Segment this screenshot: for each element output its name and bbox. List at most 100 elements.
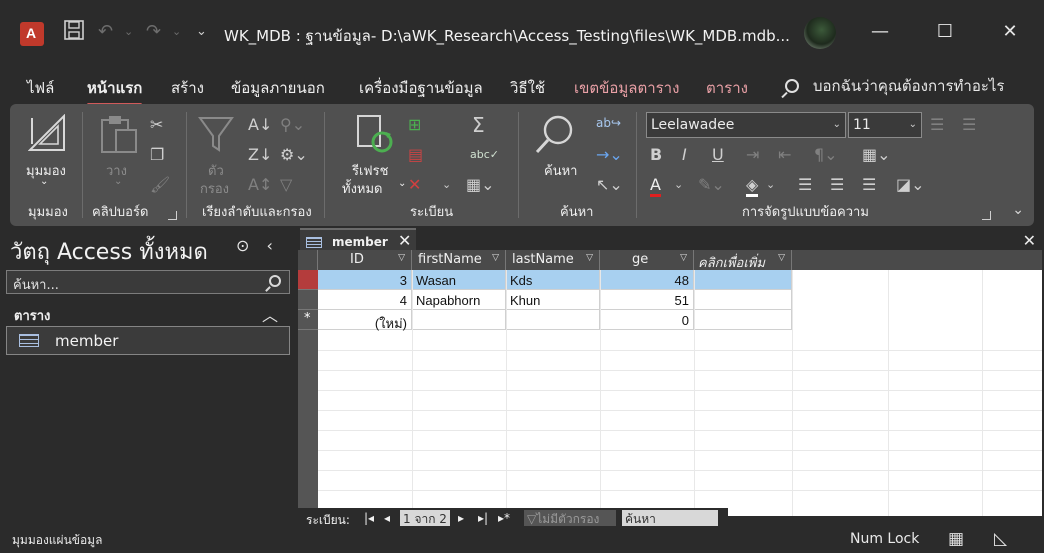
tab-table[interactable]: ตาราง [706, 76, 748, 100]
avatar[interactable] [804, 17, 836, 49]
nav-group-tables[interactable]: ตาราง ︿ [0, 302, 296, 325]
close-button[interactable]: ✕ [998, 20, 1022, 44]
tab-file[interactable]: ไฟล์ [27, 76, 54, 100]
cell-firstname[interactable]: Napabhorn [412, 290, 506, 310]
alternate-row-color-icon[interactable]: ◪⌄ [896, 176, 925, 194]
record-search-input[interactable]: ค้นหา [622, 510, 718, 526]
close-document-icon[interactable]: ✕ [1023, 231, 1036, 250]
cell-add[interactable] [694, 310, 792, 330]
minimize-button[interactable]: — [868, 20, 892, 44]
filter-button-line2[interactable]: กรอง [200, 178, 229, 199]
tab-database-tools[interactable]: เครื่องมือฐานข้อมูล [359, 76, 483, 100]
chevron-down-icon[interactable]: ▽ [492, 253, 499, 263]
paste-dropdown-icon[interactable]: ⌄ [114, 176, 122, 187]
delete-dropdown-icon[interactable]: ⌄ [442, 176, 451, 194]
align-left-icon[interactable]: ☰ [798, 176, 812, 194]
cell-ge[interactable]: 0 [600, 310, 694, 330]
bold-icon[interactable]: B [650, 146, 662, 164]
column-header-firstname[interactable]: firstName ▽ [412, 250, 506, 270]
paragraph-icon[interactable]: ¶⌄ [814, 146, 838, 164]
copy-icon[interactable]: ❐ [150, 146, 164, 164]
datasheet-view-icon[interactable]: ▦ [948, 529, 964, 549]
column-header-click-to-add[interactable]: คลิกเพื่อเพิ่ม ▽ [694, 250, 792, 271]
maximize-button[interactable]: ☐ [933, 20, 957, 44]
advanced-filter-icon[interactable]: ⚙⌄ [280, 146, 308, 164]
align-right-icon[interactable]: ☰ [862, 176, 876, 194]
view-dropdown-icon[interactable]: ⌄ [40, 176, 48, 187]
font-size-select[interactable]: 11 ⌄ [848, 112, 922, 138]
tab-home[interactable]: หน้าแรก [87, 76, 143, 106]
tab-external-data[interactable]: ข้อมูลภายนอก [231, 76, 325, 100]
clear-sort-icon[interactable]: A↕ [248, 176, 272, 194]
totals-icon[interactable]: Σ [472, 115, 485, 135]
sort-ascending-icon[interactable]: A↓ [248, 116, 272, 134]
fill-color-icon[interactable]: ◈ [746, 176, 759, 197]
chevron-down-icon[interactable]: ▽ [680, 253, 687, 263]
collapse-ribbon-icon[interactable]: ⌄ [1012, 202, 1024, 218]
current-record-input[interactable]: 1 จาก 2 [400, 510, 450, 526]
cell-firstname[interactable]: Wasan [412, 270, 506, 290]
bullets-icon[interactable]: ☰ [930, 116, 944, 134]
cell-lastname[interactable]: Kds [506, 270, 600, 290]
cell-id[interactable]: (ใหม่) [318, 310, 412, 331]
selection-filter-icon[interactable]: ⚲⌄ [280, 116, 305, 134]
save-icon[interactable] [64, 20, 84, 47]
nav-menu-icon[interactable]: ⊙ [236, 236, 249, 255]
format-painter-icon[interactable]: 🖌 [150, 176, 170, 194]
refresh-dropdown-icon[interactable]: ⌄ [398, 178, 406, 189]
cell-id[interactable]: 4 [318, 290, 412, 310]
cell-ge[interactable]: 48 [600, 270, 694, 290]
column-header-ge[interactable]: ge ▽ [600, 250, 694, 270]
cell-firstname[interactable] [412, 310, 506, 330]
cell-id[interactable]: 3 [318, 270, 412, 290]
tell-me-search[interactable]: บอกฉันว่าคุณต้องการทำอะไร [785, 74, 1005, 98]
nav-pane-title[interactable]: วัตถุ Access ทั้งหมด [10, 234, 208, 269]
cell-add[interactable] [694, 270, 792, 290]
italic-icon[interactable]: I [682, 146, 687, 164]
tab-table-fields[interactable]: เขตข้อมูลตาราง [574, 76, 679, 100]
document-tab-member[interactable]: member ✕ [300, 228, 416, 252]
decrease-indent-icon[interactable]: ⇤ [778, 146, 791, 164]
select-icon[interactable]: ↖⌄ [596, 176, 623, 194]
last-record-icon[interactable]: ▸| [478, 511, 488, 525]
shutter-bar-icon[interactable]: ‹ [267, 236, 273, 255]
column-header-id[interactable]: ID ▽ [318, 250, 412, 270]
gridlines-icon[interactable]: ▦⌄ [862, 146, 891, 164]
font-color-icon[interactable]: A [650, 176, 661, 197]
previous-record-icon[interactable]: ◂ [384, 511, 390, 525]
customize-qat-icon[interactable]: ⌄ [196, 20, 207, 44]
chevron-down-icon[interactable]: ▽ [778, 253, 785, 263]
fill-dropdown-icon[interactable]: ⌄ [766, 176, 775, 194]
align-center-icon[interactable]: ☰ [830, 176, 844, 194]
redo-dropdown-icon[interactable]: ⌄ [172, 20, 181, 44]
row-selector-new[interactable] [298, 310, 318, 330]
cell-lastname[interactable]: Khun [506, 290, 600, 310]
increase-indent-icon[interactable]: ⇥ [746, 146, 759, 164]
cell-add[interactable] [694, 290, 792, 310]
spelling-icon[interactable]: abc✓ [470, 146, 499, 164]
redo-icon[interactable]: ↷ [146, 20, 161, 44]
text-format-launcher-icon[interactable] [982, 211, 991, 220]
undo-dropdown-icon[interactable]: ⌄ [124, 20, 133, 44]
undo-icon[interactable]: ↶ [98, 20, 113, 44]
font-color-dropdown-icon[interactable]: ⌄ [674, 176, 683, 194]
clipboard-launcher-icon[interactable] [168, 211, 177, 220]
chevron-down-icon[interactable]: ▽ [398, 253, 405, 263]
sort-descending-icon[interactable]: Z↓ [248, 146, 272, 164]
refresh-button-line2[interactable]: ทั้งหมด [342, 178, 383, 199]
numbering-icon[interactable]: ☰ [962, 116, 976, 134]
highlight-icon[interactable]: ✎⌄ [698, 176, 725, 194]
save-record-icon[interactable]: ▤ [408, 146, 423, 164]
find-button[interactable]: ค้นหา [544, 160, 577, 181]
goto-icon[interactable]: →⌄ [596, 146, 623, 164]
toggle-filter-icon[interactable]: ▽ [280, 176, 292, 194]
row-selector[interactable] [298, 270, 318, 290]
close-tab-icon[interactable]: ✕ [398, 231, 411, 250]
cell-lastname[interactable] [506, 310, 600, 330]
nav-search-input[interactable]: ค้นหา... [6, 270, 290, 294]
tab-create[interactable]: สร้าง [171, 76, 204, 100]
select-all-corner[interactable] [298, 250, 318, 270]
next-record-icon[interactable]: ▸ [458, 511, 464, 525]
nav-item-member[interactable]: member [6, 326, 290, 355]
new-record-nav-icon[interactable]: ▸* [498, 511, 510, 525]
